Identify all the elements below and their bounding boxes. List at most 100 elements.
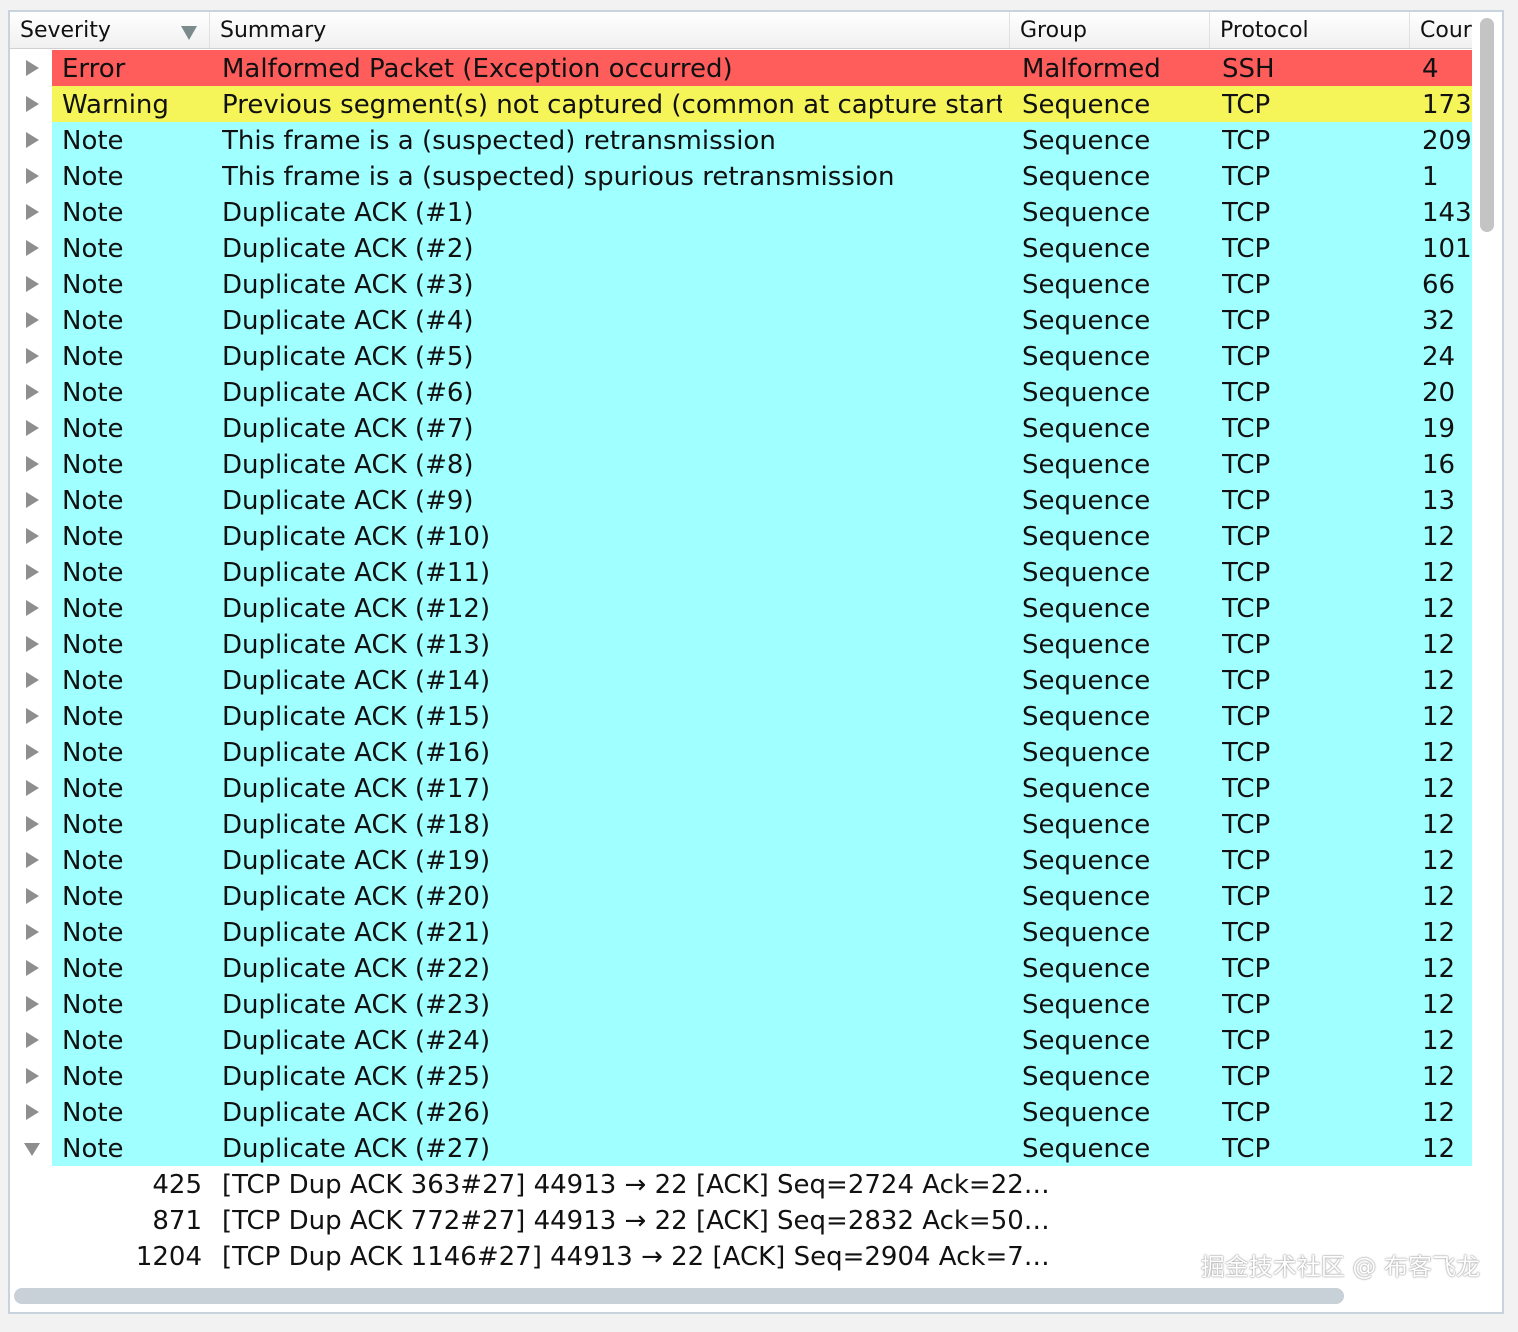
- disclosure-triangle-collapsed-icon[interactable]: [26, 528, 39, 544]
- table-row[interactable]: Note Duplicate ACK (#21) Sequence TCP 12: [10, 914, 1472, 950]
- disclosure-triangle-collapsed-icon[interactable]: [26, 672, 39, 688]
- packet-info: [TCP Dup ACK 1146#27] 44913 → 22 [ACK] S…: [222, 1242, 1050, 1272]
- column-header-group[interactable]: Group: [1010, 12, 1210, 48]
- disclosure-triangle-collapsed-icon[interactable]: [26, 924, 39, 940]
- table-row[interactable]: Note Duplicate ACK (#27) Sequence TCP 12: [10, 1130, 1472, 1166]
- cell-severity: Warning: [62, 90, 169, 120]
- disclosure-triangle-expanded-icon[interactable]: [24, 1143, 40, 1156]
- table-row[interactable]: Note Duplicate ACK (#1) Sequence TCP 143: [10, 194, 1472, 230]
- cell-group: Sequence: [1022, 198, 1151, 228]
- column-header-count[interactable]: Cour: [1410, 12, 1472, 48]
- column-header-summary[interactable]: Summary: [210, 12, 1010, 48]
- cell-protocol: SSH: [1222, 54, 1275, 84]
- packet-row[interactable]: 425 [TCP Dup ACK 363#27] 44913 → 22 [ACK]…: [10, 1166, 1472, 1202]
- cell-count: 12: [1422, 1062, 1456, 1092]
- disclosure-triangle-collapsed-icon[interactable]: [26, 744, 39, 760]
- cell-severity: Note: [62, 198, 124, 228]
- disclosure-triangle-collapsed-icon[interactable]: [26, 456, 39, 472]
- disclosure-triangle-collapsed-icon[interactable]: [26, 852, 39, 868]
- disclosure-triangle-collapsed-icon[interactable]: [26, 600, 39, 616]
- expert-info-window: Severity Summary Group Protocol Cour Err…: [8, 10, 1504, 1314]
- cell-summary: Duplicate ACK (#5): [222, 342, 474, 372]
- table-row[interactable]: Note Duplicate ACK (#13) Sequence TCP 12: [10, 626, 1472, 662]
- disclosure-triangle-collapsed-icon[interactable]: [26, 312, 39, 328]
- table-row[interactable]: Note Duplicate ACK (#2) Sequence TCP 101: [10, 230, 1472, 266]
- disclosure-triangle-collapsed-icon[interactable]: [26, 960, 39, 976]
- disclosure-triangle-collapsed-icon[interactable]: [26, 492, 39, 508]
- column-header-severity[interactable]: Severity: [10, 12, 210, 48]
- table-row[interactable]: Warning Previous segment(s) not captured …: [10, 86, 1472, 122]
- cell-severity: Error: [62, 54, 126, 84]
- cell-severity: Note: [62, 1062, 124, 1092]
- cell-summary: Duplicate ACK (#23): [222, 990, 491, 1020]
- cell-group: Sequence: [1022, 774, 1151, 804]
- table-row[interactable]: Note This frame is a (suspected) retransm…: [10, 122, 1472, 158]
- cell-count: 13: [1422, 486, 1456, 516]
- column-header-group-label: Group: [1020, 18, 1087, 43]
- disclosure-triangle-collapsed-icon[interactable]: [26, 780, 39, 796]
- column-header-protocol[interactable]: Protocol: [1210, 12, 1410, 48]
- disclosure-triangle-collapsed-icon[interactable]: [26, 996, 39, 1012]
- cell-protocol: TCP: [1222, 1026, 1271, 1056]
- disclosure-triangle-collapsed-icon[interactable]: [26, 168, 39, 184]
- cell-severity: Note: [62, 702, 124, 732]
- cell-count: 209: [1422, 126, 1472, 156]
- disclosure-triangle-collapsed-icon[interactable]: [26, 384, 39, 400]
- disclosure-triangle-collapsed-icon[interactable]: [26, 240, 39, 256]
- disclosure-triangle-collapsed-icon[interactable]: [26, 888, 39, 904]
- table-row[interactable]: Note Duplicate ACK (#15) Sequence TCP 12: [10, 698, 1472, 734]
- disclosure-triangle-collapsed-icon[interactable]: [26, 96, 39, 112]
- cell-summary: Previous segment(s) not captured (common…: [222, 90, 1002, 120]
- cell-count: 12: [1422, 774, 1456, 804]
- packet-row[interactable]: 871 [TCP Dup ACK 772#27] 44913 → 22 [ACK]…: [10, 1202, 1472, 1238]
- cell-summary: Duplicate ACK (#10): [222, 522, 491, 552]
- table-row[interactable]: Note Duplicate ACK (#20) Sequence TCP 12: [10, 878, 1472, 914]
- cell-severity: Note: [62, 486, 124, 516]
- table-row[interactable]: Note Duplicate ACK (#10) Sequence TCP 12: [10, 518, 1472, 554]
- table-row[interactable]: Note Duplicate ACK (#6) Sequence TCP 20: [10, 374, 1472, 410]
- disclosure-triangle-collapsed-icon[interactable]: [26, 636, 39, 652]
- table-row[interactable]: Note Duplicate ACK (#8) Sequence TCP 16: [10, 446, 1472, 482]
- disclosure-triangle-collapsed-icon[interactable]: [26, 816, 39, 832]
- disclosure-triangle-collapsed-icon[interactable]: [26, 1032, 39, 1048]
- disclosure-triangle-collapsed-icon[interactable]: [26, 1104, 39, 1120]
- table-row[interactable]: Error Malformed Packet (Exception occurre…: [10, 50, 1472, 86]
- table-row[interactable]: Note Duplicate ACK (#25) Sequence TCP 12: [10, 1058, 1472, 1094]
- cell-protocol: TCP: [1222, 954, 1271, 984]
- disclosure-triangle-collapsed-icon[interactable]: [26, 276, 39, 292]
- cell-group: Sequence: [1022, 918, 1151, 948]
- sort-descending-icon[interactable]: [181, 26, 197, 40]
- disclosure-triangle-collapsed-icon[interactable]: [26, 60, 39, 76]
- disclosure-triangle-collapsed-icon[interactable]: [26, 1068, 39, 1084]
- table-row[interactable]: Note Duplicate ACK (#12) Sequence TCP 12: [10, 590, 1472, 626]
- disclosure-triangle-collapsed-icon[interactable]: [26, 204, 39, 220]
- table-row[interactable]: Note Duplicate ACK (#11) Sequence TCP 12: [10, 554, 1472, 590]
- table-row[interactable]: Note Duplicate ACK (#22) Sequence TCP 12: [10, 950, 1472, 986]
- disclosure-triangle-collapsed-icon[interactable]: [26, 564, 39, 580]
- table-row[interactable]: Note This frame is a (suspected) spurious…: [10, 158, 1472, 194]
- table-row[interactable]: Note Duplicate ACK (#26) Sequence TCP 12: [10, 1094, 1472, 1130]
- disclosure-triangle-collapsed-icon[interactable]: [26, 708, 39, 724]
- vertical-scrollbar[interactable]: [1480, 18, 1494, 232]
- disclosure-triangle-collapsed-icon[interactable]: [26, 420, 39, 436]
- horizontal-scrollbar[interactable]: [14, 1288, 1344, 1304]
- disclosure-triangle-collapsed-icon[interactable]: [26, 348, 39, 364]
- table-row[interactable]: Note Duplicate ACK (#5) Sequence TCP 24: [10, 338, 1472, 374]
- table-row[interactable]: Note Duplicate ACK (#9) Sequence TCP 13: [10, 482, 1472, 518]
- table-row[interactable]: Note Duplicate ACK (#3) Sequence TCP 66: [10, 266, 1472, 302]
- packet-number: 871: [152, 1206, 202, 1236]
- cell-group: Sequence: [1022, 594, 1151, 624]
- cell-group: Sequence: [1022, 126, 1151, 156]
- table-row[interactable]: Note Duplicate ACK (#7) Sequence TCP 19: [10, 410, 1472, 446]
- table-row[interactable]: Note Duplicate ACK (#17) Sequence TCP 12: [10, 770, 1472, 806]
- table-row[interactable]: Note Duplicate ACK (#14) Sequence TCP 12: [10, 662, 1472, 698]
- disclosure-triangle-collapsed-icon[interactable]: [26, 132, 39, 148]
- cell-severity: Note: [62, 450, 124, 480]
- cell-group: Sequence: [1022, 1026, 1151, 1056]
- table-row[interactable]: Note Duplicate ACK (#19) Sequence TCP 12: [10, 842, 1472, 878]
- table-row[interactable]: Note Duplicate ACK (#24) Sequence TCP 12: [10, 1022, 1472, 1058]
- table-row[interactable]: Note Duplicate ACK (#23) Sequence TCP 12: [10, 986, 1472, 1022]
- table-row[interactable]: Note Duplicate ACK (#4) Sequence TCP 32: [10, 302, 1472, 338]
- table-row[interactable]: Note Duplicate ACK (#18) Sequence TCP 12: [10, 806, 1472, 842]
- table-row[interactable]: Note Duplicate ACK (#16) Sequence TCP 12: [10, 734, 1472, 770]
